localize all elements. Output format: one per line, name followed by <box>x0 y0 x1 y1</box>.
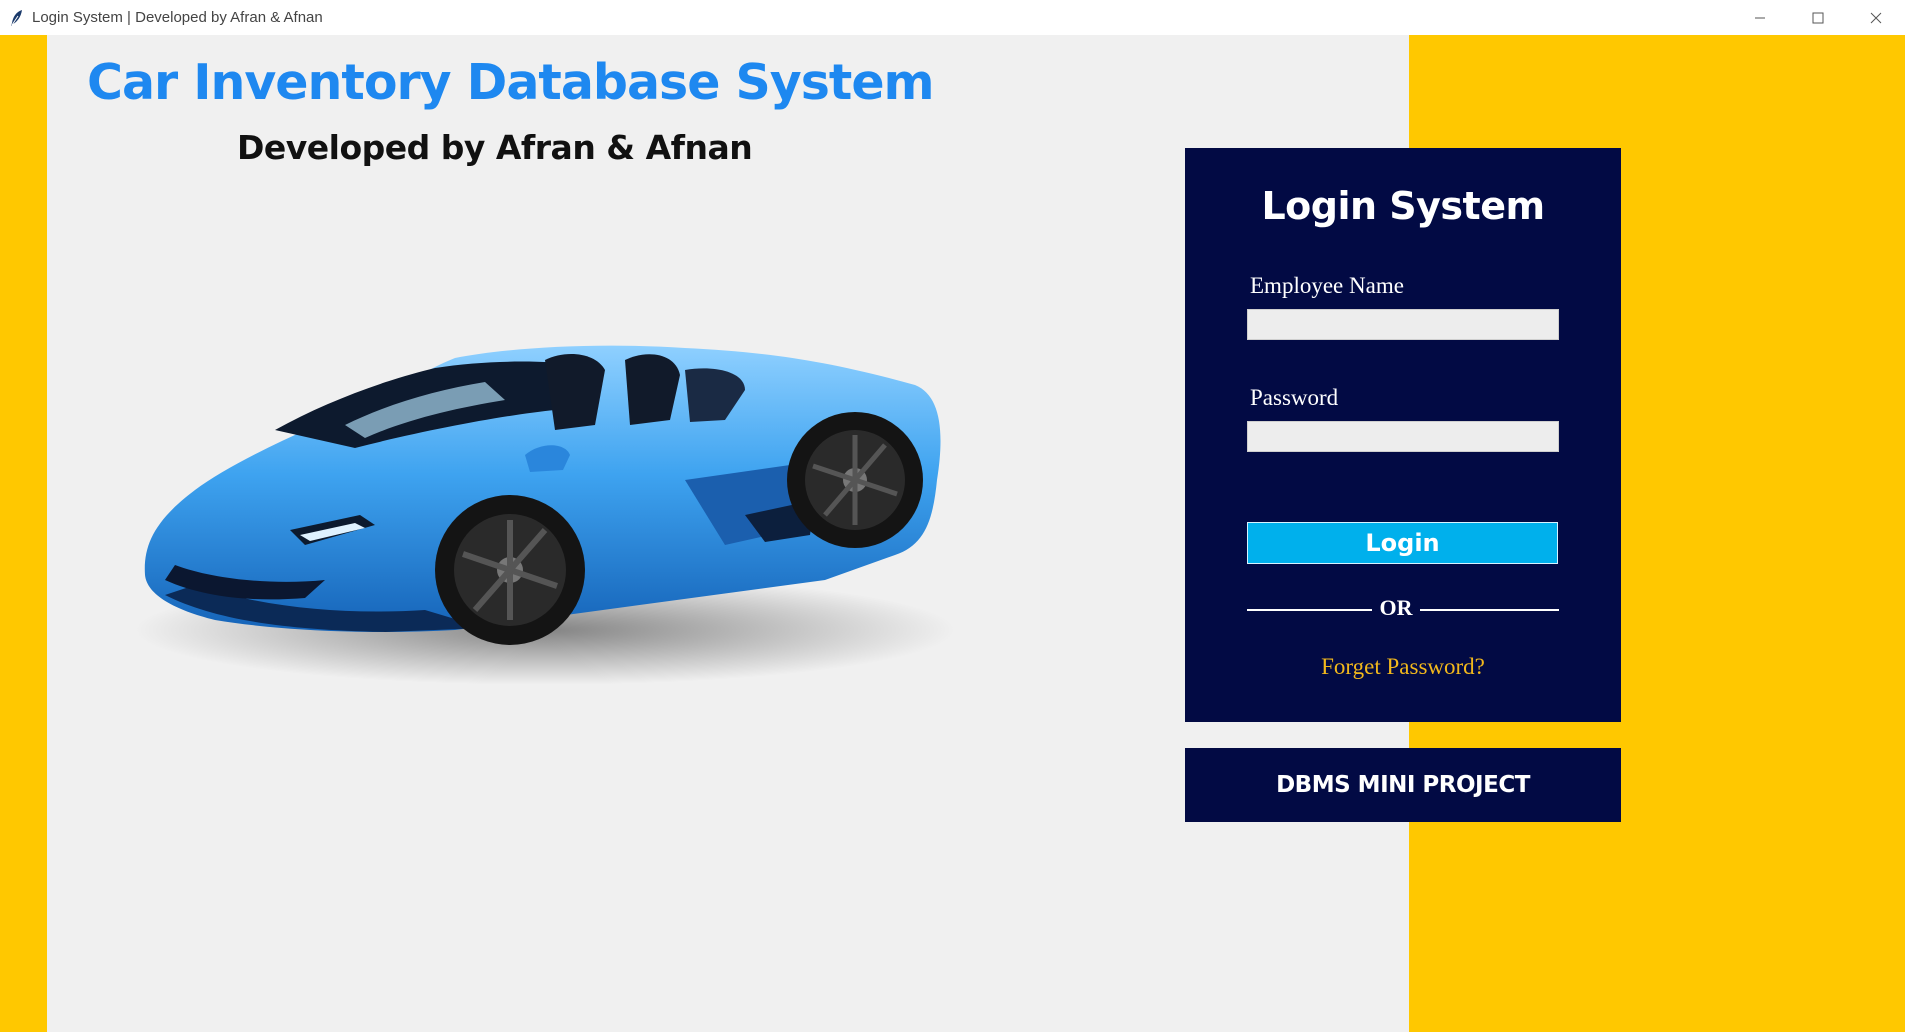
or-divider-left <box>1247 609 1372 611</box>
feather-icon <box>10 9 24 27</box>
window-controls <box>1731 0 1905 35</box>
left-accent-stripe <box>0 35 47 1032</box>
password-label: Password <box>1250 385 1339 410</box>
login-panel: Login System Employee Name Password Logi… <box>1185 148 1621 722</box>
or-divider-right <box>1420 609 1559 611</box>
or-divider-text: OR <box>1379 595 1413 620</box>
maximize-icon <box>1812 12 1824 23</box>
project-label: DBMS MINI PROJECT <box>1276 772 1530 798</box>
login-button[interactable]: Login <box>1247 522 1558 564</box>
window-titlebar: Login System | Developed by Afran & Afna… <box>0 0 1905 35</box>
close-icon <box>1870 12 1882 23</box>
password-input[interactable] <box>1247 421 1559 452</box>
app-subtitle: Developed by Afran & Afnan <box>237 128 753 167</box>
maximize-button[interactable] <box>1789 0 1847 35</box>
minimize-icon <box>1755 17 1765 18</box>
minimize-button[interactable] <box>1731 0 1789 35</box>
forget-password-link[interactable]: Forget Password? <box>1185 654 1621 680</box>
car-image <box>135 345 955 685</box>
employee-name-label: Employee Name <box>1250 273 1404 298</box>
project-banner: DBMS MINI PROJECT <box>1185 748 1621 822</box>
login-title: Login System <box>1261 184 1545 228</box>
app-title: Car Inventory Database System <box>87 54 935 111</box>
close-button[interactable] <box>1847 0 1905 35</box>
window-title: Login System | Developed by Afran & Afna… <box>32 9 323 26</box>
employee-name-input[interactable] <box>1247 309 1559 340</box>
